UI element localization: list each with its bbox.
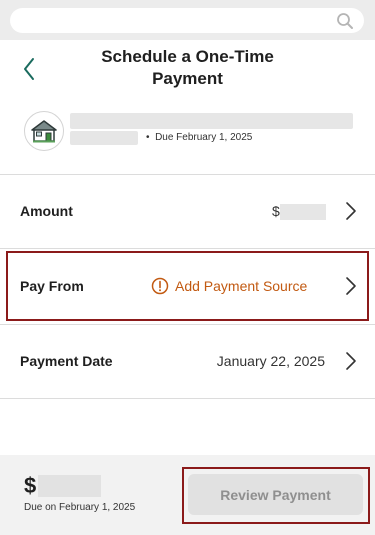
top-search-strip — [0, 0, 375, 40]
page-header: Schedule a One-Time Payment — [0, 40, 375, 105]
amount-label: Amount — [20, 203, 73, 219]
due-date-text: • Due February 1, 2025 — [146, 131, 252, 145]
account-name-redacted — [70, 113, 353, 129]
payment-date-value: January 22, 2025 — [216, 353, 325, 369]
chevron-right-icon — [346, 202, 356, 220]
page-title-line1: Schedule a One-Time — [101, 47, 274, 66]
house-icon — [31, 120, 57, 143]
page-title: Schedule a One-Time Payment — [70, 46, 305, 90]
review-button-highlight-frame — [182, 467, 370, 524]
divider — [0, 398, 375, 399]
page-title-line2: Payment — [152, 69, 223, 88]
amount-value-redacted — [280, 204, 326, 220]
pay-from-highlight-frame — [6, 251, 369, 321]
due-date-value: Due February 1, 2025 — [155, 132, 253, 143]
search-input[interactable] — [10, 8, 364, 33]
footer-due-text: Due on February 1, 2025 — [24, 502, 136, 513]
total-amount-redacted — [38, 475, 101, 497]
amount-currency: $ — [272, 203, 280, 219]
chevron-right-icon — [346, 352, 356, 370]
amount-row[interactable]: Amount $ — [0, 175, 375, 247]
chevron-left-icon[interactable] — [20, 56, 40, 82]
divider — [0, 248, 375, 249]
bullet-separator: • — [146, 132, 156, 143]
account-summary: • Due February 1, 2025 — [0, 105, 375, 173]
total-currency: $ — [24, 473, 37, 498]
payment-date-label: Payment Date — [20, 353, 113, 369]
account-number-redacted — [70, 131, 138, 145]
payment-date-row[interactable]: Payment Date January 22, 2025 — [0, 325, 375, 397]
avatar — [24, 111, 64, 151]
search-icon[interactable] — [336, 12, 354, 30]
